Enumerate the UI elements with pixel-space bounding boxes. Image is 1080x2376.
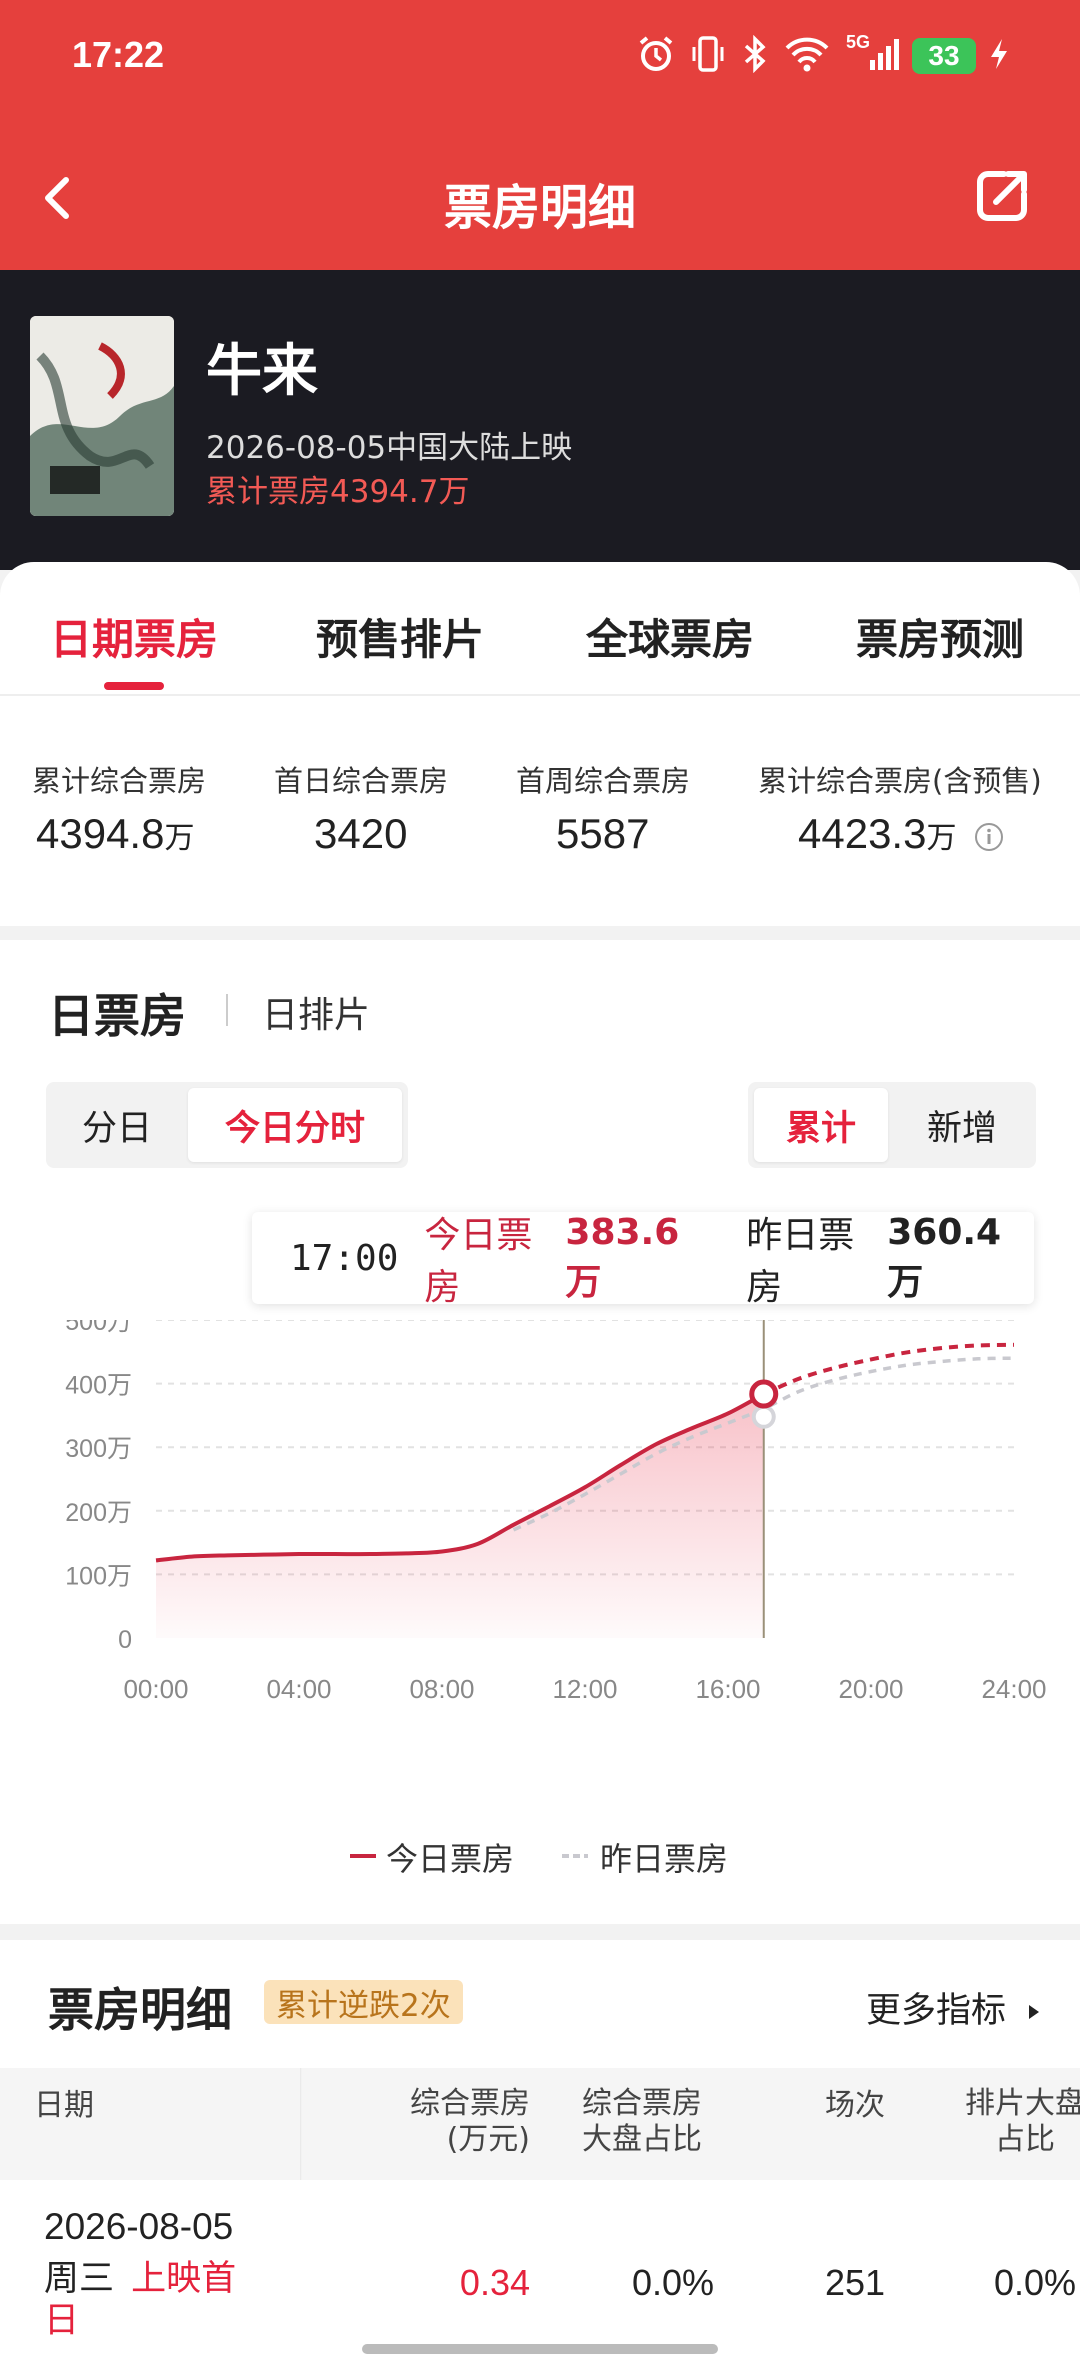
column-header-date[interactable]: 日期 [34, 2088, 94, 2124]
y-tick-label: 100万 [65, 1562, 132, 1590]
info-icon[interactable] [974, 822, 1004, 852]
y-tick-label: 0 [118, 1626, 132, 1654]
legend-yesterday-label: 昨日票房 [600, 1840, 729, 1878]
vibrate-icon [690, 34, 726, 74]
y-tick-label: 200万 [65, 1499, 132, 1527]
stat-value: 3420 [314, 810, 408, 857]
tab-forecast[interactable]: 票房预测 [856, 606, 1024, 667]
status-time: 17:22 [72, 34, 165, 75]
x-tick-label: 00:00 [123, 1674, 188, 1704]
y-tick-label: 500万 [65, 1320, 132, 1336]
signal-icon [866, 34, 902, 74]
tooltip-time: 17:00 [290, 1237, 399, 1279]
row-schedule: 0.0% [993, 2262, 1076, 2303]
tab-global[interactable]: 全球票房 [586, 606, 754, 667]
movie-poster[interactable] [30, 316, 174, 516]
row-share: 0.0% [631, 2262, 714, 2303]
segment-daily[interactable]: 分日 [52, 1088, 182, 1162]
tab-indicator [104, 682, 164, 690]
movie-release: 2026-08-05中国大陆上映 [206, 430, 573, 466]
segment-cumulative[interactable]: 累计 [754, 1088, 888, 1162]
today-marker [749, 1379, 779, 1409]
x-tick-label: 12:00 [552, 1674, 617, 1704]
chart-tooltip: 17:00 今日票房 383.6万 昨日票房 360.4万 [252, 1211, 1034, 1308]
movie-title: 牛来 [206, 339, 318, 404]
column-header-shows[interactable]: 场次 [800, 2088, 910, 2124]
x-tick-label: 16:00 [695, 1674, 760, 1704]
x-tick-label: 04:00 [266, 1674, 331, 1704]
bluetooth-icon [740, 34, 770, 74]
legend-today-label: 今日票房 [386, 1840, 515, 1878]
stat-value: 4394.8万 [36, 810, 195, 857]
column-header-schedule[interactable]: 排片大盘 占比 [950, 2086, 1080, 2158]
divider [226, 994, 228, 1026]
row-date: 2026-08-05 [44, 2206, 234, 2247]
period-segment: 分日 今日分时 [46, 1082, 408, 1168]
x-tick-label: 24:00 [981, 1674, 1046, 1704]
summary-card: 日期票房 预售排片 全球票房 票房预测 累计综合票房 4394.8万 首日综合票… [0, 562, 1080, 926]
stat-label: 首日综合票房 [274, 764, 449, 798]
row-date-tags: 周三 上映首日 [44, 2258, 254, 2342]
tooltip-yesterday-label: 昨日票房 [746, 1215, 855, 1308]
status-badge: 累计逆跌2次 [264, 1980, 463, 2024]
stat-label: 累计综合票房 [32, 764, 207, 798]
column-header-box[interactable]: 综合票房 (万元) [370, 2086, 530, 2158]
row-weekday: 周三 [44, 2259, 115, 2299]
segment-incremental[interactable]: 新增 [894, 1088, 1030, 1162]
status-bar: 17:22 5G 33 [0, 0, 1080, 108]
tooltip-today-label: 今日票房 [424, 1215, 533, 1308]
divider [0, 694, 1080, 696]
stat-label: 累计综合票房(含预售) [758, 764, 1042, 798]
chart-subtitle[interactable]: 日排片 [262, 986, 370, 1038]
nav-bar: 票房明细 [0, 108, 1080, 270]
triangle-right-icon [1029, 2005, 1040, 2019]
battery-indicator: 33 [912, 38, 976, 74]
table-row[interactable]: 2026-08-05 周三 上映首日 0.34 0.0% 251 0.0% [0, 2180, 1080, 2341]
x-tick-label: 20:00 [838, 1674, 903, 1704]
movie-header: 牛来 2026-08-05中国大陆上映 累计票房4394.7万 [0, 270, 1080, 570]
chart-title[interactable]: 日票房 [48, 980, 186, 1046]
legend-today-swatch [350, 1854, 376, 1858]
alarm-icon [636, 34, 676, 74]
mode-segment: 累计 新增 [748, 1082, 1036, 1168]
tab-daily-box[interactable]: 日期票房 [50, 606, 218, 667]
today-area [156, 1394, 764, 1638]
charging-icon [986, 34, 1012, 74]
wifi-icon [784, 34, 830, 74]
segment-today-hourly[interactable]: 今日分时 [188, 1088, 402, 1162]
stat-label: 首周综合票房 [516, 764, 691, 798]
home-indicator[interactable] [362, 2344, 718, 2354]
row-box: 0.34 [459, 2262, 530, 2303]
tooltip-today-value: 383.6万 [565, 1211, 680, 1303]
box-office-chart[interactable]: 500万 400万 300万 200万 100万 0 00:00 04:00 08:00 12:… [0, 1320, 1080, 1760]
y-tick-label: 400万 [65, 1372, 132, 1400]
chart-legend: 今日票房 昨日票房 [0, 1830, 1080, 1880]
y-tick-label: 300万 [65, 1435, 132, 1463]
stat-value: 5587 [556, 810, 650, 857]
movie-total-box: 累计票房4394.7万 [206, 474, 470, 510]
stat-value: 4423.3万 [798, 810, 957, 857]
share-button[interactable] [970, 164, 1040, 234]
detail-section: 票房明细 累计逆跌2次 更多指标 日期 综合票房 (万元) 综合票房 大盘占比 … [0, 1940, 1080, 2376]
legend-yesterday-swatch [562, 1854, 588, 1858]
chart-card: 日票房 日排片 分日 今日分时 累计 新增 17:00 今日票房 383.6万 … [0, 940, 1080, 1924]
table-header: 日期 综合票房 (万元) 综合票房 大盘占比 场次 排片大盘 占比 [0, 2068, 1080, 2180]
x-tick-label: 08:00 [409, 1674, 474, 1704]
more-metrics-label: 更多指标 [866, 1991, 1007, 2031]
share-icon [977, 171, 1027, 221]
column-header-share[interactable]: 综合票房 大盘占比 [562, 2086, 722, 2158]
page-title: 票房明细 [443, 180, 636, 236]
tooltip-yesterday-value: 360.4万 [887, 1211, 1002, 1303]
more-metrics-button[interactable]: 更多指标 [866, 1982, 1045, 2033]
row-shows: 251 [824, 2262, 886, 2303]
detail-title: 票房明细 [48, 1983, 232, 2037]
tab-presale[interactable]: 预售排片 [316, 606, 484, 667]
yesterday-marker [751, 1404, 776, 1429]
sticky-shadow [300, 2068, 302, 2180]
